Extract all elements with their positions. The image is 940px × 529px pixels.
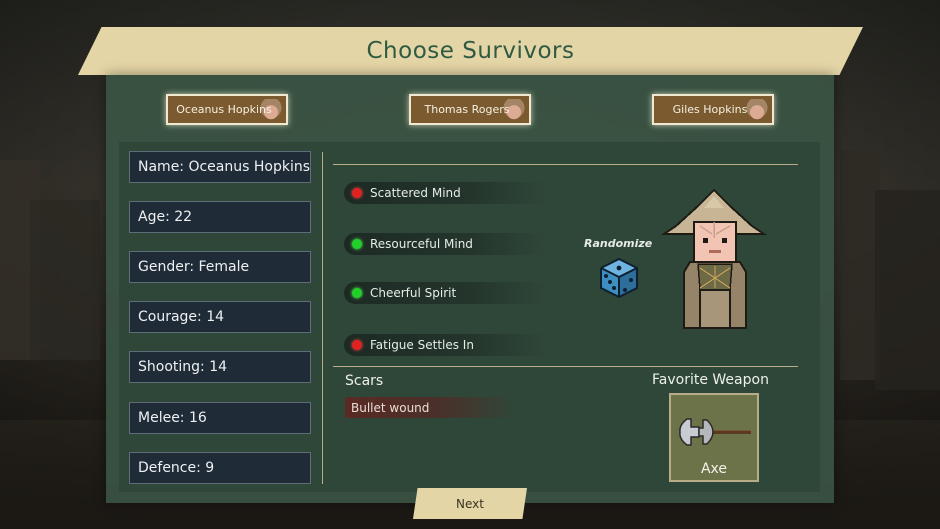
dice-icon[interactable]: [598, 257, 640, 299]
title-banner: Choose Survivors: [78, 27, 863, 75]
favorite-weapon-card[interactable]: Axe: [669, 393, 759, 482]
next-button[interactable]: Next: [413, 488, 527, 519]
survivor-tab-oceanus-hopkins[interactable]: Oceanus Hopkins: [166, 94, 288, 125]
survivor-tab-giles-hopkins[interactable]: Giles Hopkins: [652, 94, 774, 125]
survivor-tab-label: Giles Hopkins: [672, 103, 748, 116]
survivor-tab-label: Thomas Rogers: [424, 103, 510, 116]
page-title: Choose Survivors: [366, 38, 575, 64]
axe-icon: [679, 418, 751, 446]
scars-heading: Scars: [345, 373, 384, 389]
trait-positive-indicator-icon: [352, 288, 362, 298]
favorite-weapon-heading: Favorite Weapon: [652, 372, 769, 388]
scar-item: Bullet wound: [345, 397, 515, 418]
trait-item[interactable]: Fatigue Settles In: [344, 334, 549, 356]
stat-shooting: Shooting: 14: [129, 351, 311, 383]
trait-label: Cheerful Spirit: [370, 286, 457, 300]
stat-melee: Melee: 16: [129, 402, 311, 434]
randomize-label: Randomize: [584, 237, 653, 250]
survivor-tab-label: Oceanus Hopkins: [176, 103, 272, 116]
stat-age: Age: 22: [129, 201, 311, 233]
divider: [333, 366, 798, 367]
trait-positive-indicator-icon: [352, 239, 362, 249]
divider: [322, 152, 323, 484]
stat-name: Name: Oceanus Hopkins: [129, 151, 311, 183]
trait-item[interactable]: Cheerful Spirit: [344, 282, 549, 304]
trait-negative-indicator-icon: [352, 340, 362, 350]
trait-label: Scattered Mind: [370, 186, 461, 200]
trait-item[interactable]: Resourceful Mind: [344, 233, 549, 255]
divider: [333, 164, 798, 165]
trait-item[interactable]: Scattered Mind: [344, 182, 549, 204]
stat-defence: Defence: 9: [129, 452, 311, 484]
survivor-tab-thomas-rogers[interactable]: Thomas Rogers: [409, 94, 531, 125]
trait-label: Fatigue Settles In: [370, 338, 474, 352]
stat-gender: Gender: Female: [129, 251, 311, 283]
survivor-portrait: [660, 188, 768, 329]
trait-negative-indicator-icon: [352, 188, 362, 198]
background-ruin: [840, 150, 880, 380]
stat-courage: Courage: 14: [129, 301, 311, 333]
trait-label: Resourceful Mind: [370, 237, 473, 251]
background-ruin: [30, 200, 100, 360]
weapon-name: Axe: [700, 461, 728, 477]
background-ruin: [875, 190, 940, 390]
